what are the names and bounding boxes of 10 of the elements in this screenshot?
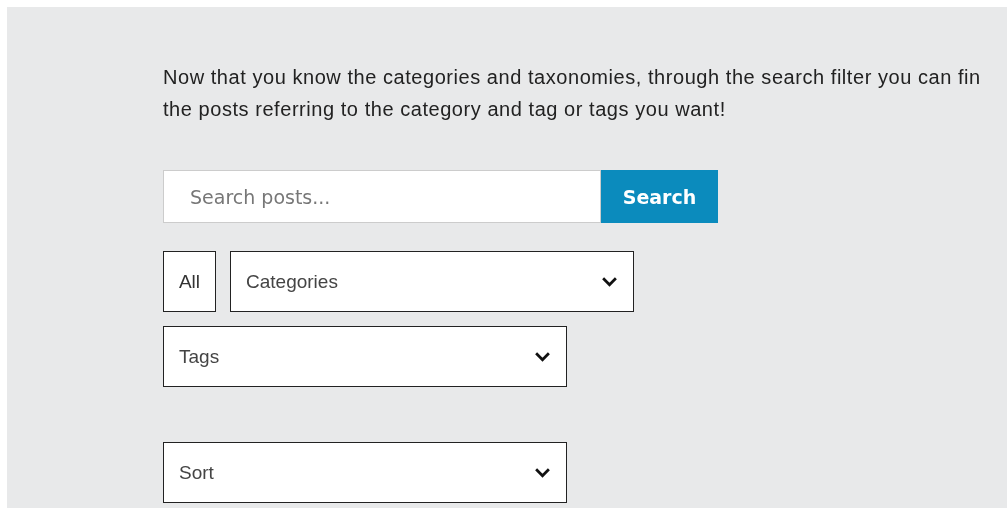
intro-text: Now that you know the categories and taxonomies, through the search filter you can fin the posts referring to the category and tag or tags you want! (163, 65, 982, 122)
chevron-down-icon (534, 351, 551, 362)
all-button[interactable]: All (163, 251, 216, 312)
search-button[interactable]: Search (601, 170, 718, 223)
dropdown[interactable]: Tags (163, 326, 567, 387)
dropdown[interactable]: Categories (230, 251, 634, 312)
chevron-down-icon (534, 467, 551, 478)
chevron-down-icon (601, 276, 618, 287)
dropdown[interactable]: Sort (163, 442, 567, 503)
search-field[interactable]: Search posts... (163, 170, 601, 223)
